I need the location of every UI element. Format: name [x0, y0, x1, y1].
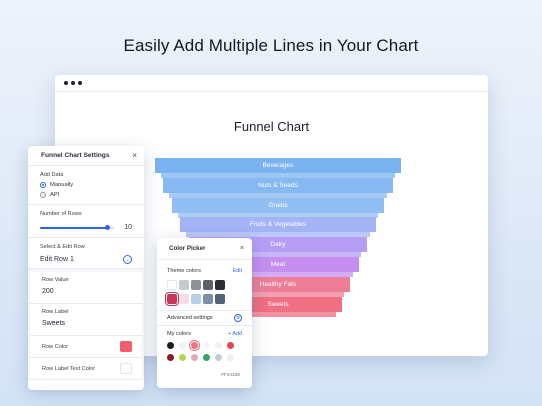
- row-text-color-field: Row Label Text Color: [30, 358, 142, 380]
- my-color-swatch[interactable]: [227, 354, 234, 361]
- funnel-bar: Beverages: [155, 158, 401, 173]
- row-label-field[interactable]: Row Label Sweets: [30, 304, 142, 336]
- funnel-bar-label: Meat: [270, 261, 286, 268]
- close-icon[interactable]: ×: [132, 151, 137, 160]
- color-picker: Color Picker × Theme colors Edit Advance…: [157, 238, 252, 388]
- theme-color-swatch[interactable]: [215, 280, 225, 290]
- rows-slider[interactable]: [40, 224, 115, 230]
- funnel-bar-label: Fruits & Vegetables: [249, 221, 307, 229]
- row-dropdown[interactable]: Edit Row 1 ⌄: [40, 255, 132, 264]
- funnel-bar-label: Beverages: [262, 162, 294, 169]
- row-text-color-swatch[interactable]: [120, 363, 132, 374]
- row-value-input[interactable]: 200: [42, 288, 130, 295]
- settings-title: Funnel Chart Settings: [41, 152, 110, 159]
- funnel-bar: Nuts & Seeds: [163, 177, 393, 193]
- rows-value: 10: [124, 224, 132, 231]
- slider-handle[interactable]: [104, 224, 110, 230]
- my-color-swatch[interactable]: [203, 342, 210, 349]
- my-color-swatch[interactable]: [215, 354, 222, 361]
- radio-selected-icon: [40, 182, 46, 188]
- add-data-label: Add Data: [40, 172, 64, 178]
- my-color-swatch[interactable]: [191, 354, 198, 361]
- my-color-swatches: [157, 340, 252, 361]
- my-color-swatch[interactable]: [179, 342, 186, 349]
- my-color-swatch[interactable]: [167, 342, 174, 349]
- radio-api[interactable]: API: [40, 192, 132, 198]
- rows-label: Number of Rows: [40, 211, 82, 217]
- theme-color-swatch[interactable]: [215, 294, 225, 304]
- theme-color-swatch[interactable]: [203, 294, 213, 304]
- row-label-input[interactable]: Sweets: [42, 320, 130, 327]
- funnel-bar-label: Dairy: [270, 241, 286, 249]
- chevron-down-icon: ⌄: [123, 255, 132, 264]
- theme-color-swatch[interactable]: [203, 280, 213, 290]
- funnel-bar: Grains: [171, 197, 385, 213]
- theme-color-swatch[interactable]: [191, 294, 201, 304]
- theme-color-swatch[interactable]: [191, 280, 201, 290]
- theme-color-swatch[interactable]: [179, 280, 189, 290]
- row-color-swatch[interactable]: [120, 341, 132, 352]
- window-controls: [64, 81, 82, 85]
- radio-manually[interactable]: Manually: [40, 182, 132, 188]
- theme-color-swatch[interactable]: [179, 294, 189, 304]
- my-color-swatch[interactable]: [227, 342, 234, 349]
- my-color-swatch[interactable]: [179, 354, 186, 361]
- funnel-bar-label: Nuts & Seeds: [258, 181, 298, 189]
- advanced-settings-label: Advanced settings: [167, 315, 213, 321]
- radio-empty-icon: [40, 192, 46, 198]
- row-value-field[interactable]: Row Value 200: [30, 272, 142, 304]
- theme-colors-label: Theme colors: [167, 268, 201, 274]
- settings-panel: Funnel Chart Settings × Add Data Manuall…: [28, 146, 144, 390]
- select-row-label: Select & Edit Row: [40, 244, 85, 250]
- theme-color-swatch[interactable]: [167, 280, 177, 290]
- settings-icon[interactable]: ⚙: [234, 314, 242, 322]
- funnel-bar-label: Sweets: [267, 300, 289, 308]
- funnel-bar: Fruits & Vegetables: [180, 217, 376, 233]
- theme-swatches: [157, 280, 252, 306]
- funnel-bar-label: Grains: [268, 201, 288, 209]
- edit-link[interactable]: Edit: [233, 268, 242, 274]
- picker-title: Color Picker: [169, 245, 206, 252]
- my-color-swatch[interactable]: [215, 342, 222, 349]
- row-color-field: Row Color: [30, 336, 142, 358]
- my-color-swatch[interactable]: [203, 354, 210, 361]
- headline: Easily Add Multiple Lines in Your Chart: [123, 36, 419, 55]
- hex-value: #F44336: [221, 373, 240, 378]
- theme-color-swatch[interactable]: [165, 292, 179, 306]
- my-colors-label: My colors: [167, 331, 191, 337]
- my-color-swatch[interactable]: [189, 340, 200, 351]
- chart-title: Funnel Chart: [233, 119, 310, 134]
- my-color-swatch[interactable]: [167, 354, 174, 361]
- add-color-link[interactable]: + Add: [228, 331, 242, 337]
- close-icon[interactable]: ×: [240, 245, 244, 252]
- funnel-bar-label: Healthy Fats: [259, 280, 297, 288]
